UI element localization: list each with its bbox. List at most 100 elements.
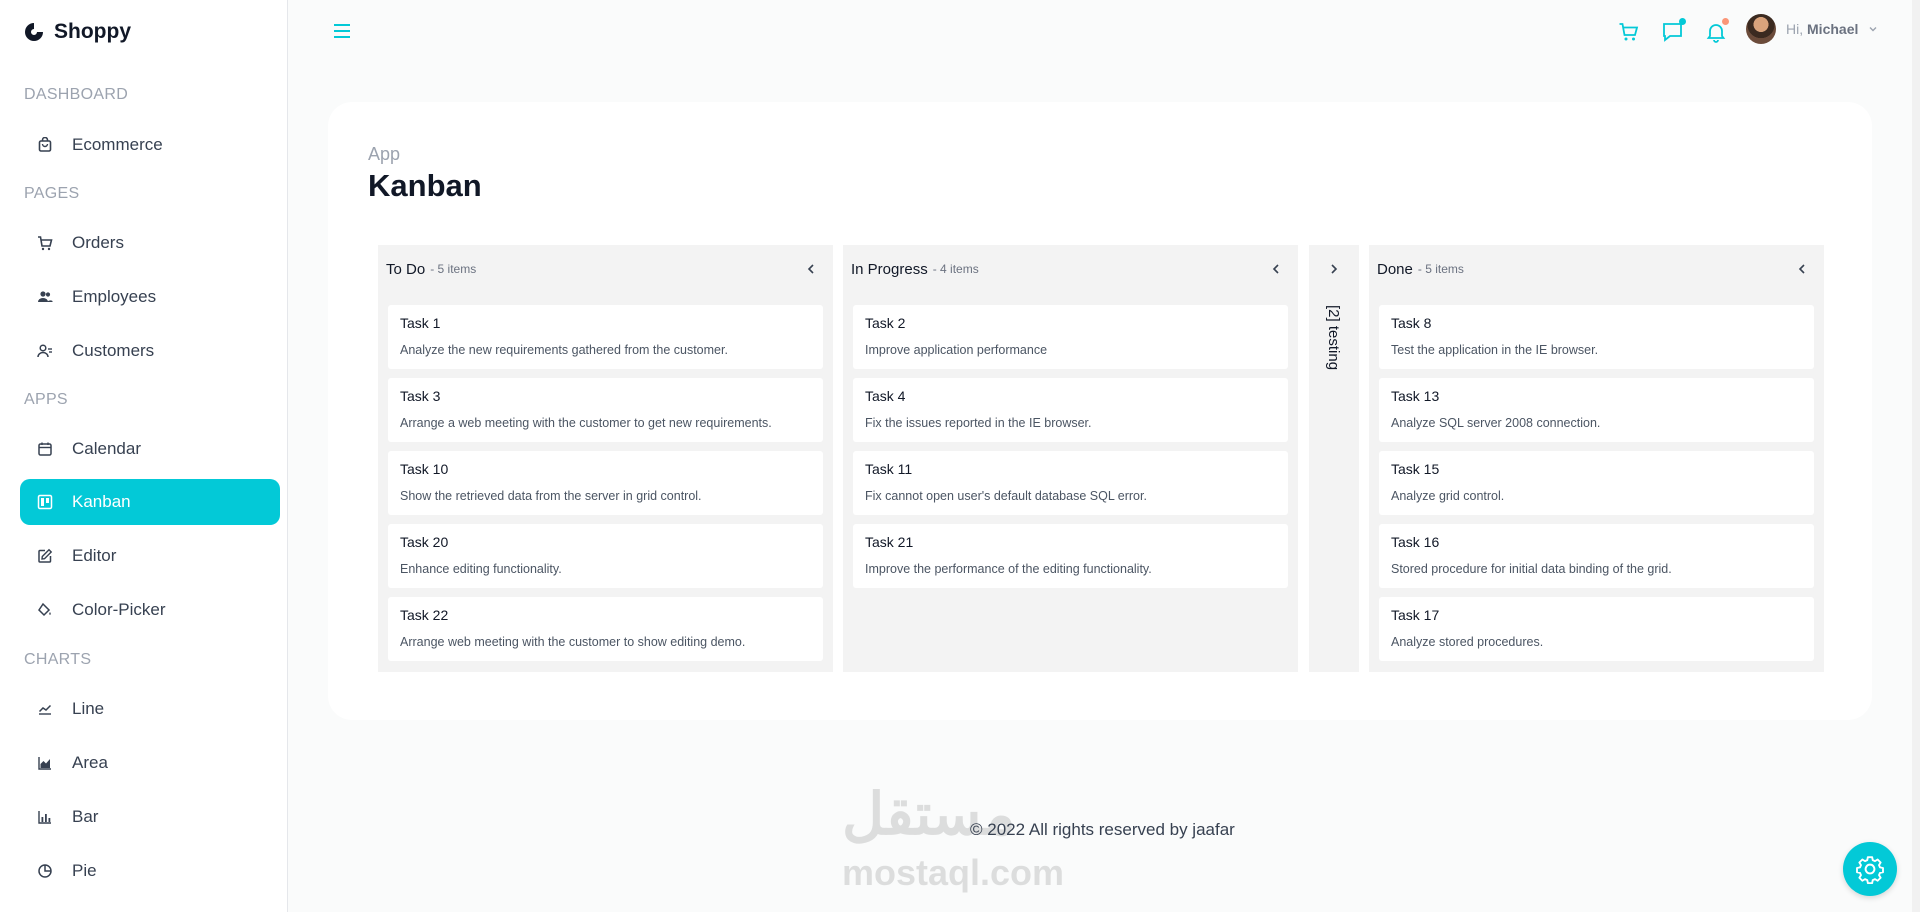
line-chart-icon [36, 700, 54, 718]
column-count: - 5 items [430, 262, 477, 276]
expand-column-button[interactable] [1324, 259, 1344, 279]
avatar [1746, 14, 1776, 44]
card-title: Task 1 [400, 315, 441, 331]
card-title: Task 21 [865, 534, 914, 550]
sidebar-item-label: Pie [72, 861, 97, 880]
card-title: Task 2 [865, 315, 906, 331]
chat-button[interactable] [1657, 16, 1689, 48]
section-dashboard: DASHBOARD [24, 86, 129, 103]
section-charts: CHARTS [24, 651, 92, 668]
kanban-card-item[interactable]: Task 16 Stored procedure for initial dat… [1379, 524, 1814, 588]
sidebar-item-line[interactable]: Line [20, 686, 280, 732]
sidebar-item-orders[interactable]: Orders [20, 220, 280, 266]
sidebar-item-ecommerce[interactable]: Ecommerce [20, 122, 280, 168]
column-title: To Do [386, 260, 426, 278]
card-description: Analyze stored procedures. [1391, 635, 1544, 649]
column-count: - 4 items [932, 262, 979, 276]
kanban-card-item[interactable]: Task 13 Analyze SQL server 2008 connecti… [1379, 378, 1814, 442]
sidebar-item-employees[interactable]: Employees [20, 274, 280, 320]
sidebar-item-label: Kanban [72, 492, 131, 511]
collapse-column-button[interactable] [1792, 259, 1812, 279]
kanban-card-item[interactable]: Task 3 Arrange a web meeting with the cu… [388, 378, 823, 442]
kanban-card-item[interactable]: Task 20 Enhance editing functionality. [388, 524, 823, 588]
card-title: Task 10 [400, 461, 449, 477]
sidebar-item-kanban[interactable]: Kanban [20, 479, 280, 525]
kanban-card-item[interactable]: Task 15 Analyze grid control. [1379, 451, 1814, 515]
column-count: - 5 items [1417, 262, 1464, 276]
edit-icon [36, 547, 54, 565]
chevron-right-icon [1331, 264, 1338, 274]
user-profile-menu[interactable]: Hi, Michael [1746, 14, 1878, 44]
sidebar-item-label: Bar [72, 807, 99, 826]
bar-chart-icon [36, 808, 54, 826]
card-description: Fix cannot open user's default database … [865, 489, 1147, 503]
people-icon [36, 288, 54, 306]
kanban-card-item[interactable]: Task 17 Analyze stored procedures. [1379, 597, 1814, 661]
notifications-button[interactable] [1700, 16, 1732, 48]
hamburger-icon [334, 24, 350, 38]
section-apps: APPS [24, 391, 68, 408]
kanban-card-item[interactable]: Task 2 Improve application performance [853, 305, 1288, 369]
brand-name: Shoppy [54, 20, 131, 43]
column-title: Done [1377, 260, 1413, 278]
card-title: Task 8 [1391, 315, 1432, 331]
kanban-card-item[interactable]: Task 10 Show the retrieved data from the… [388, 451, 823, 515]
sidebar-item-pie[interactable]: Pie [20, 848, 280, 894]
section-pages: PAGES [24, 185, 80, 202]
greeting-text: Hi, [1786, 21, 1804, 37]
cart-icon [1619, 23, 1639, 41]
sidebar-item-label: Editor [72, 546, 117, 565]
collapsed-column-label: [2] testing [1325, 305, 1342, 371]
page-scrollbar[interactable] [1912, 0, 1920, 912]
sidebar-item-calendar[interactable]: Calendar [20, 426, 280, 472]
chevron-down-icon [1869, 27, 1877, 32]
card-description: Arrange a web meeting with the customer … [400, 416, 772, 430]
cart-button[interactable] [1613, 16, 1645, 48]
card-description: Analyze grid control. [1391, 489, 1505, 503]
kanban-column-testing-collapsed: [2] testing [1309, 245, 1359, 672]
kanban-card-item[interactable]: Task 1 Analyze the new requirements gath… [388, 305, 823, 369]
menu-toggle-button[interactable] [332, 20, 352, 42]
card-description: Test the application in the IE browser. [1391, 343, 1599, 357]
sidebar-item-label: Employees [72, 287, 157, 306]
kanban-card-item[interactable]: Task 11 Fix cannot open user's default d… [853, 451, 1288, 515]
sidebar-item-color-picker[interactable]: Color-Picker [20, 587, 280, 633]
card-title: Task 4 [865, 388, 906, 404]
card-description: Improve the performance of the editing f… [865, 562, 1152, 576]
page-title: Kanban [368, 168, 482, 203]
kanban-card-item[interactable]: Task 8 Test the application in the IE br… [1379, 305, 1814, 369]
kanban-column-todo: To Do - 5 items Task 1 Analyze the new r… [378, 245, 833, 672]
gear-icon [1856, 856, 1884, 884]
card-description: Enhance editing functionality. [400, 562, 562, 576]
customer-icon [36, 342, 54, 360]
card-title: Task 16 [1391, 534, 1440, 550]
card-title: Task 13 [1391, 388, 1440, 404]
card-description: Arrange web meeting with the customer to… [400, 635, 746, 649]
theme-settings-button[interactable] [1843, 842, 1897, 896]
kanban-column-done: Done - 5 items Task 8 Test the applicati… [1369, 245, 1824, 672]
kanban-card-item[interactable]: Task 21 Improve the performance of the e… [853, 524, 1288, 588]
card-description: Fix the issues reported in the IE browse… [865, 416, 1092, 430]
sidebar-item-bar[interactable]: Bar [20, 794, 280, 840]
sidebar: Shoppy DASHBOARD Ecommerce PAGES Orders … [0, 0, 288, 912]
kanban-card-item[interactable]: Task 22 Arrange web meeting with the cus… [388, 597, 823, 661]
kanban-card-item[interactable]: Task 4 Fix the issues reported in the IE… [853, 378, 1288, 442]
sidebar-item-customers[interactable]: Customers [20, 328, 280, 374]
column-header: To Do - 5 items [378, 245, 833, 293]
sidebar-item-label: Customers [72, 341, 155, 360]
sidebar-item-area[interactable]: Area [20, 740, 280, 786]
pie-chart-icon [36, 862, 54, 880]
card-description: Show the retrieved data from the server … [400, 489, 702, 503]
sidebar-item-editor[interactable]: Editor [20, 533, 280, 579]
sidebar-item-label: Area [72, 753, 108, 772]
column-header: In Progress - 4 items [843, 245, 1298, 293]
collapse-column-button[interactable] [1266, 259, 1286, 279]
card-description: Stored procedure for initial data bindin… [1391, 562, 1672, 576]
brand-logo[interactable]: Shoppy [24, 18, 131, 46]
card-description: Analyze SQL server 2008 connection. [1391, 416, 1601, 430]
area-chart-icon [36, 754, 54, 772]
collapse-column-button[interactable] [801, 259, 821, 279]
watermark-latin-text: mostaql.com [842, 852, 1065, 893]
user-name: Michael [1807, 21, 1859, 37]
user-greeting: Hi, Michael [1786, 21, 1858, 37]
